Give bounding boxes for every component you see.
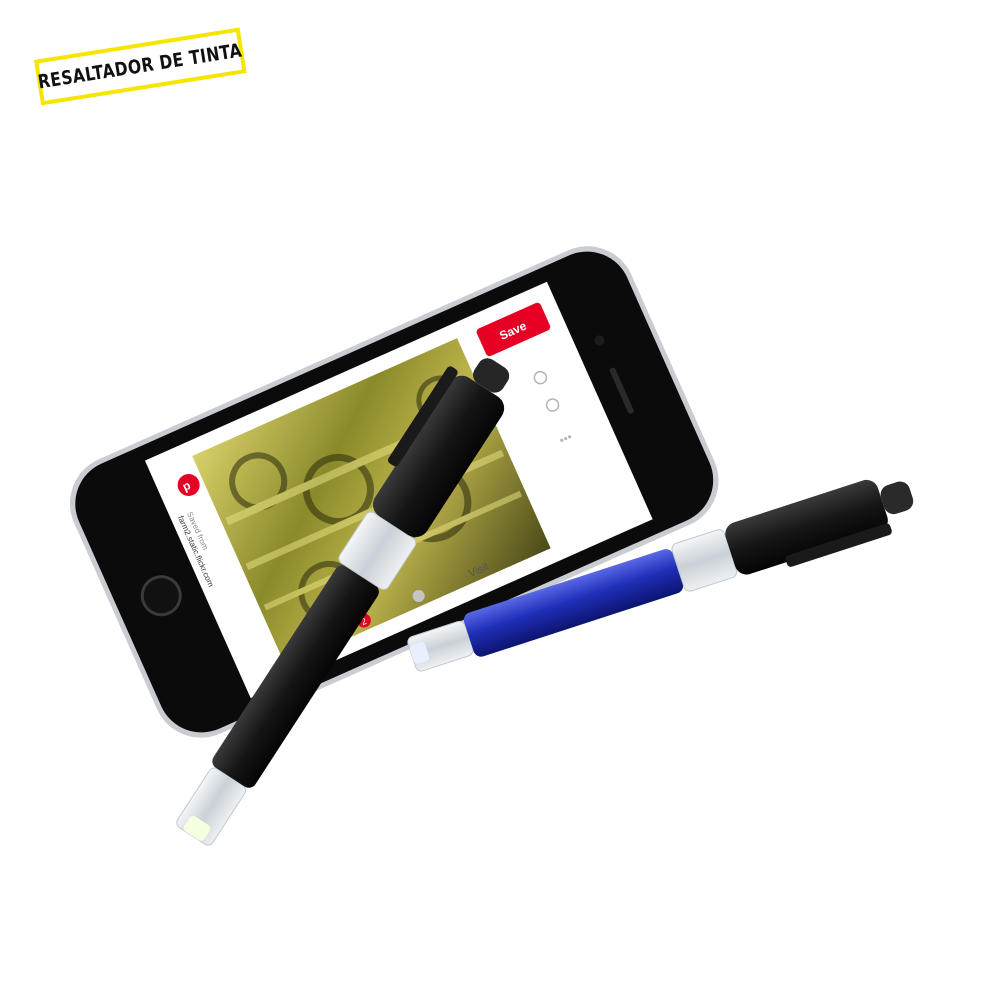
product-scene: p Saved from farm2.static.flickr.com Sav… (69, 246, 914, 846)
blue-pen-cap (725, 479, 888, 575)
product-photo: RESALTADOR DE TINTA p Saved from farm2.s… (0, 0, 1000, 1000)
